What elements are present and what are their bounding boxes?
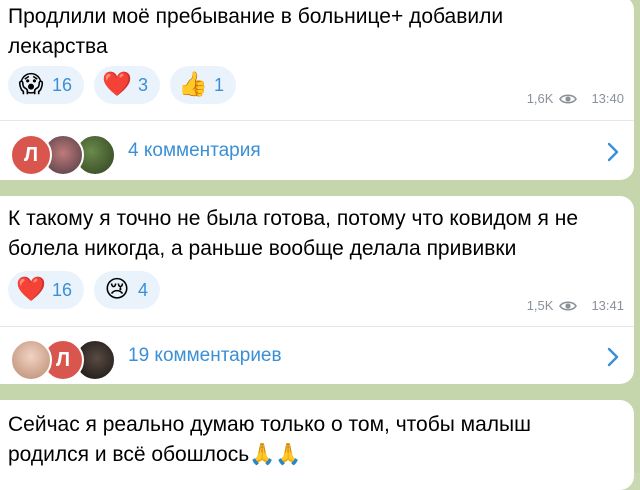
post-time: 13:41 — [591, 298, 624, 313]
reaction-count: 4 — [138, 279, 149, 300]
reaction-count: 3 — [138, 74, 149, 95]
channel-post[interactable]: К такому я точно не была готова, потому … — [0, 196, 634, 384]
crying-face-icon: 😢 — [104, 276, 130, 303]
reaction-count: 16 — [52, 74, 73, 95]
reaction-button[interactable]: ❤️ 16 — [8, 271, 85, 309]
divider — [0, 120, 634, 121]
reaction-button[interactable]: ❤️ 3 — [94, 66, 161, 104]
post-time: 13:40 — [591, 91, 624, 106]
view-count: 1,6K — [526, 91, 554, 106]
view-count: 1,5K — [526, 298, 554, 313]
commenter-avatars: Л — [8, 339, 118, 381]
chevron-right-icon — [607, 142, 619, 162]
reaction-button[interactable]: 👍 1 — [170, 66, 237, 104]
red-heart-icon: ❤️ — [16, 276, 46, 303]
comments-link[interactable]: 19 комментариев — [128, 345, 282, 367]
red-heart-icon: ❤️ — [102, 71, 132, 98]
reaction-button[interactable]: 😱 16 — [8, 66, 85, 104]
post-meta: 1,6K 13:40 — [527, 91, 624, 106]
post-meta: 1,5K 13:41 — [527, 298, 624, 313]
reactions-bar: 😱 16 ❤️ 3 👍 1 — [8, 66, 237, 104]
screaming-face-icon: 😱 — [18, 71, 44, 98]
channel-post[interactable]: Сейчас я реально думаю только о том, что… — [0, 400, 634, 490]
post-text: Сейчас я реально думаю только о том, что… — [8, 413, 531, 466]
commenter-avatars: Л — [8, 134, 118, 176]
eye-icon — [559, 300, 578, 311]
reaction-button[interactable]: 😢 4 — [94, 271, 161, 309]
comments-button[interactable]: Л 4 комментария — [0, 128, 634, 178]
post-text: Продлили моё пребывание в больнице+ доба… — [8, 5, 504, 58]
avatar: Л — [10, 134, 52, 176]
comments-link[interactable]: 4 комментария — [128, 140, 261, 162]
eye-icon — [559, 93, 578, 104]
reactions-bar: ❤️ 16 😢 4 — [8, 271, 161, 309]
post-text: К такому я точно не была готова, потому … — [8, 207, 579, 260]
comments-button[interactable]: Л 19 комментариев — [0, 333, 634, 383]
thumbs-up-icon: 👍 — [178, 71, 208, 98]
reaction-count: 16 — [52, 279, 73, 300]
channel-post[interactable]: Продлили моё пребывание в больнице+ доба… — [0, 0, 634, 180]
chevron-right-icon — [607, 347, 619, 367]
divider — [0, 326, 634, 327]
reaction-count: 1 — [214, 74, 225, 95]
avatar — [10, 339, 52, 381]
